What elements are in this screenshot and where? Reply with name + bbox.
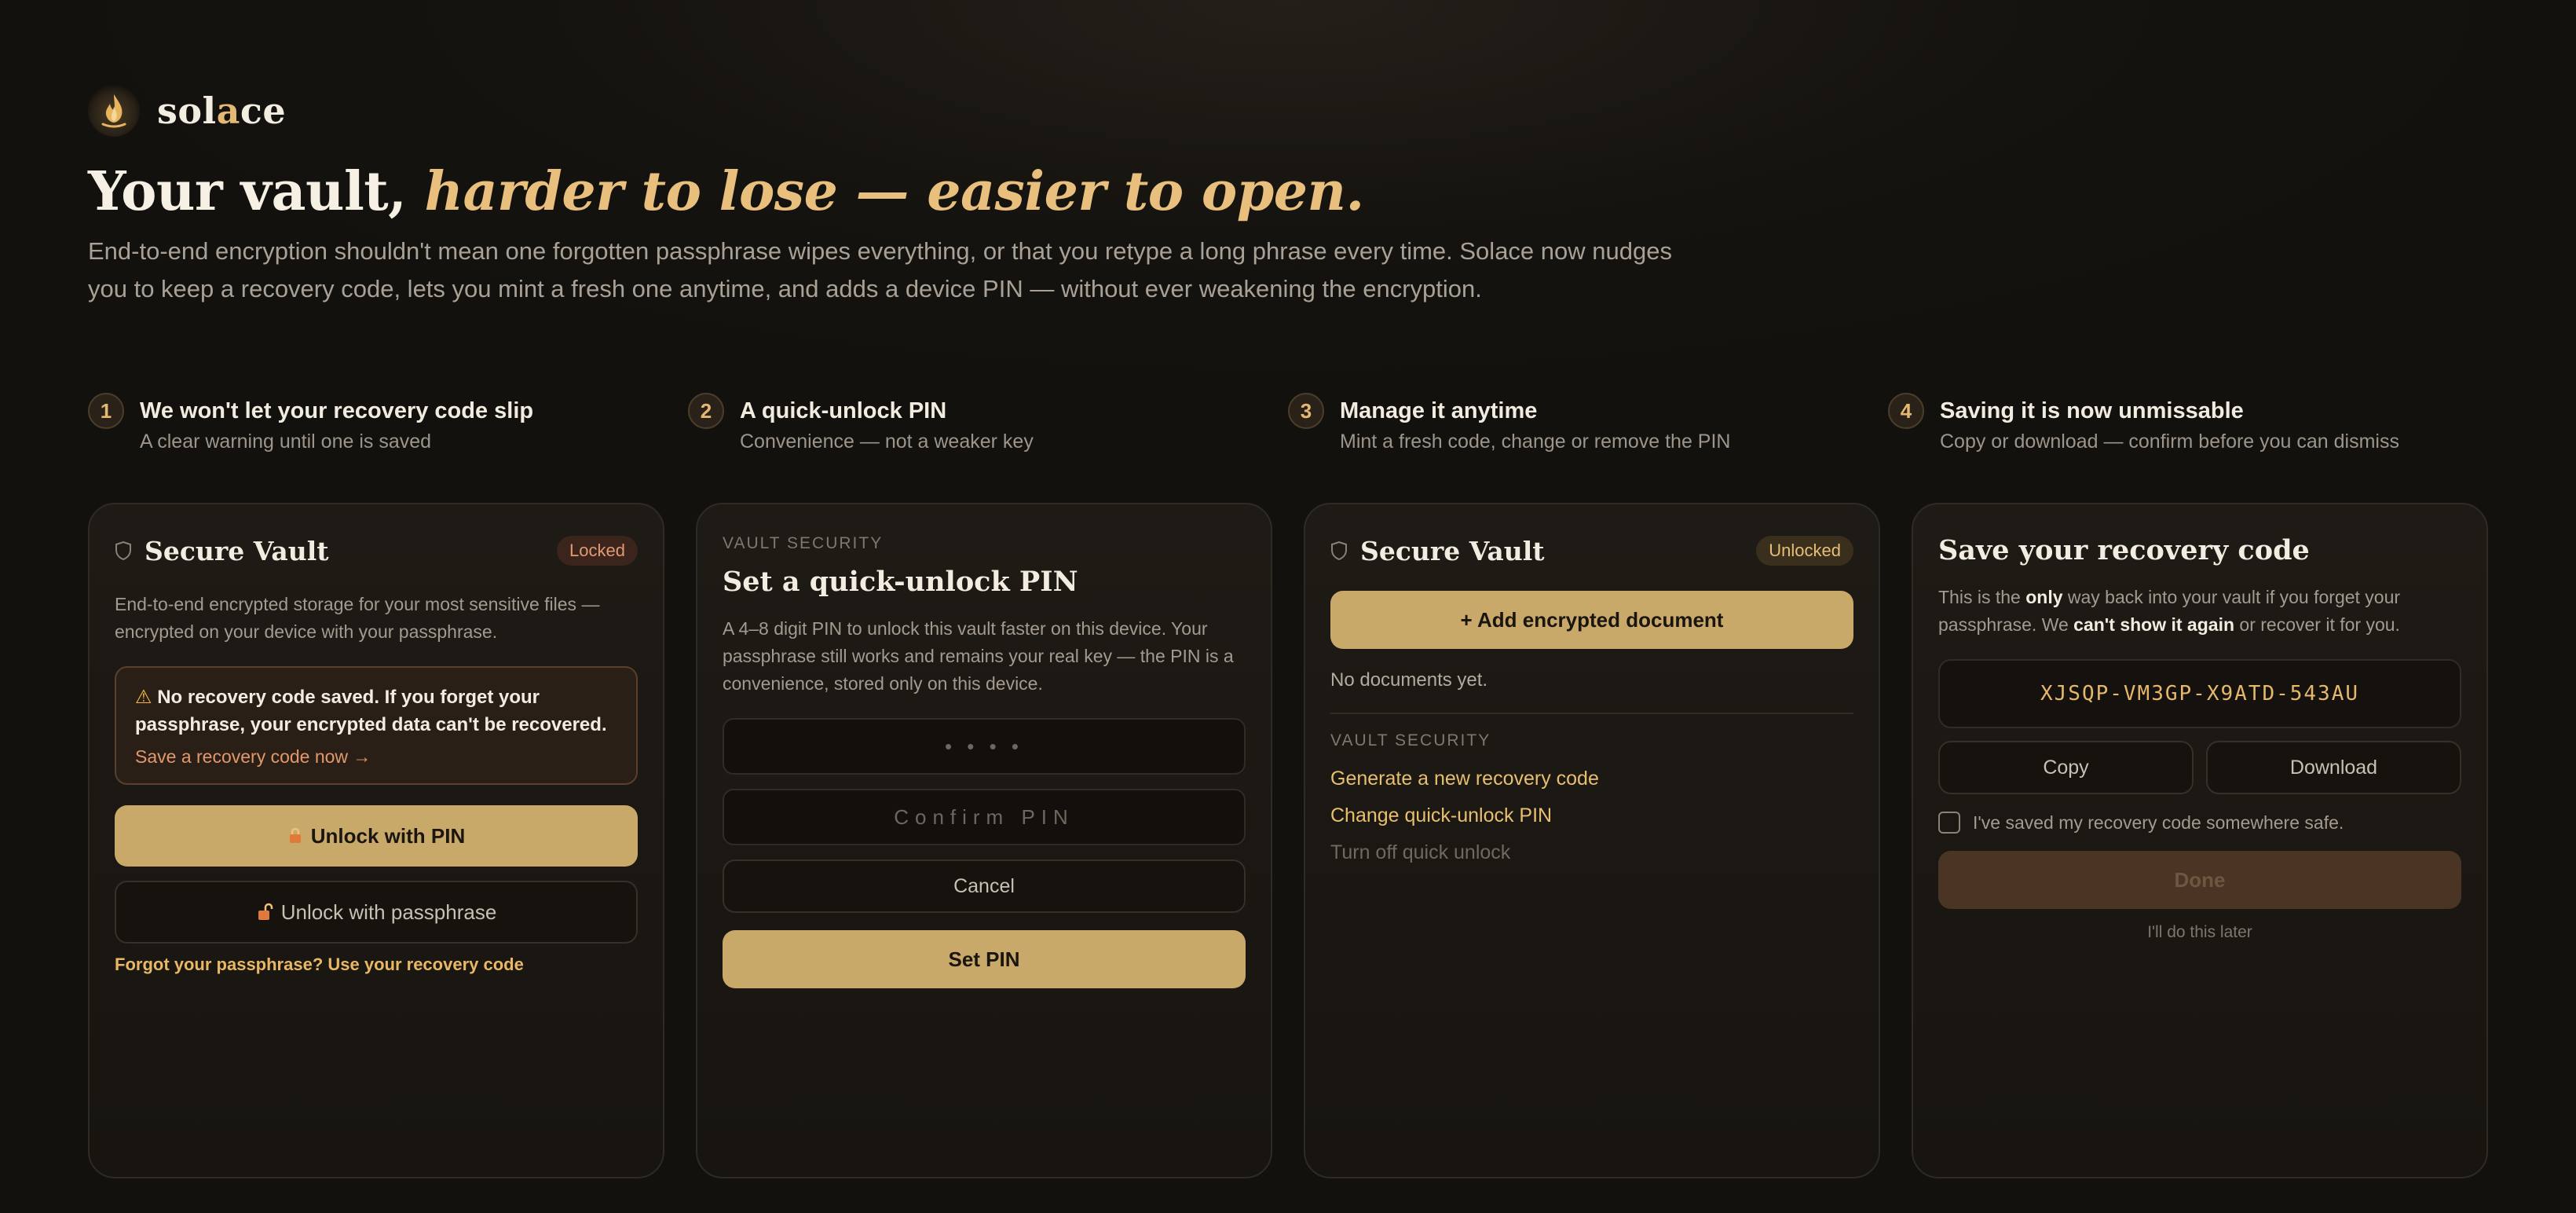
step-3: 3 Manage it anytime Mint a fresh code, ch… xyxy=(1288,393,1888,453)
lock-icon xyxy=(289,827,301,843)
checkbox-label: I've saved my recovery code somewhere sa… xyxy=(1973,812,2344,833)
locked-vault-card: Secure Vault Locked End-to-end encrypted… xyxy=(88,503,664,1178)
change-pin-link[interactable]: Change quick-unlock PIN xyxy=(1330,804,1853,827)
flame-logo-icon xyxy=(88,85,140,137)
empty-state-text: No documents yet. xyxy=(1330,669,1488,691)
set-pin-title: Set a quick-unlock PIN xyxy=(723,566,1078,598)
step-title: Saving it is now unmissable xyxy=(1940,398,2244,423)
step-number: 3 xyxy=(1288,393,1324,429)
vault-description: End-to-end encrypted storage for your mo… xyxy=(115,594,600,642)
download-button[interactable]: Download xyxy=(2206,741,2461,794)
copy-button[interactable]: Copy xyxy=(1938,741,2194,794)
do-later-link[interactable]: I'll do this later xyxy=(1938,923,2461,942)
page-lede: End-to-end encryption shouldn't mean one… xyxy=(88,237,1672,302)
step-4: 4 Saving it is now unmissable Copy or dow… xyxy=(1888,393,2488,453)
unlock-icon xyxy=(258,903,273,920)
recovery-warning: ⚠ No recovery code saved. If you forget … xyxy=(115,666,638,785)
step-number: 4 xyxy=(1888,393,1924,429)
shield-icon xyxy=(1331,541,1347,561)
unlock-with-pin-button[interactable]: Unlock with PIN xyxy=(115,805,638,867)
section-kicker: VAULT SECURITY xyxy=(723,534,884,552)
step-2: 2 A quick-unlock PIN Convenience — not a … xyxy=(688,393,1288,453)
brand[interactable]: solace xyxy=(88,85,286,137)
saved-confirmation[interactable]: I've saved my recovery code somewhere sa… xyxy=(1938,812,2461,834)
saved-checkbox[interactable] xyxy=(1938,812,1960,834)
headline-accent: harder to lose — easier to open. xyxy=(424,160,1365,223)
generate-recovery-code-link[interactable]: Generate a new recovery code xyxy=(1330,768,1853,790)
step-subtitle: Mint a fresh code, change or remove the … xyxy=(1340,431,1731,453)
headline-plain: Your vault, xyxy=(88,160,425,223)
status-badge: Locked xyxy=(557,536,638,566)
unlock-with-passphrase-button[interactable]: Unlock with passphrase xyxy=(115,881,638,944)
vault-title: Secure Vault xyxy=(1360,535,1545,566)
set-pin-description: A 4–8 digit PIN to unlock this vault fas… xyxy=(723,618,1234,694)
unlocked-vault-card: Secure Vault Unlocked + Add encrypted do… xyxy=(1304,503,1880,1178)
steps-row: 1 We won't let your recovery code slip A … xyxy=(88,393,2488,453)
pin-input[interactable]: • • • • xyxy=(723,718,1246,775)
done-button[interactable]: Done xyxy=(1938,851,2461,909)
step-subtitle: Convenience — not a weaker key xyxy=(740,431,1034,453)
add-encrypted-document-button[interactable]: + Add encrypted document xyxy=(1330,591,1853,649)
cancel-button[interactable]: Cancel xyxy=(723,859,1246,913)
step-number: 2 xyxy=(688,393,724,429)
shield-icon xyxy=(115,541,131,561)
section-kicker: VAULT SECURITY xyxy=(1330,731,1491,749)
warning-icon: ⚠ xyxy=(135,687,152,708)
recovery-code-display[interactable]: XJSQP-VM3GP-X9ATD-543AU xyxy=(1938,659,2461,728)
turn-off-quick-unlock-link[interactable]: Turn off quick unlock xyxy=(1330,841,1853,864)
step-subtitle: Copy or download — confirm before you ca… xyxy=(1940,431,2399,453)
forgot-passphrase-link[interactable]: Forgot your passphrase? Use your recover… xyxy=(115,955,638,975)
recovery-code-description: This is the only way back into your vaul… xyxy=(1938,587,2401,635)
set-pin-button[interactable]: Set PIN xyxy=(723,930,1246,988)
step-subtitle: A clear warning until one is saved xyxy=(140,431,432,453)
recovery-code-title: Save your recovery code xyxy=(1938,534,2310,566)
warning-text: ⚠ No recovery code saved. If you forget … xyxy=(135,687,607,735)
status-badge: Unlocked xyxy=(1756,536,1853,566)
vault-title: Secure Vault xyxy=(145,535,329,566)
step-1: 1 We won't let your recovery code slip A … xyxy=(88,393,688,453)
step-title: We won't let your recovery code slip xyxy=(140,398,534,423)
brand-name: solace xyxy=(157,90,287,132)
set-pin-card: VAULT SECURITY Set a quick-unlock PIN A … xyxy=(696,503,1272,1178)
step-title: Manage it anytime xyxy=(1340,398,1538,423)
page-headline: Your vault, harder to lose — easier to o… xyxy=(88,160,1364,223)
divider xyxy=(1330,713,1853,714)
save-recovery-code-link[interactable]: Save a recovery code now → xyxy=(135,746,617,768)
save-recovery-code-card: Save your recovery code This is the only… xyxy=(1912,503,2488,1178)
step-number: 1 xyxy=(88,393,124,429)
confirm-pin-input[interactable]: Confirm PIN xyxy=(723,789,1246,845)
step-title: A quick-unlock PIN xyxy=(740,398,947,423)
